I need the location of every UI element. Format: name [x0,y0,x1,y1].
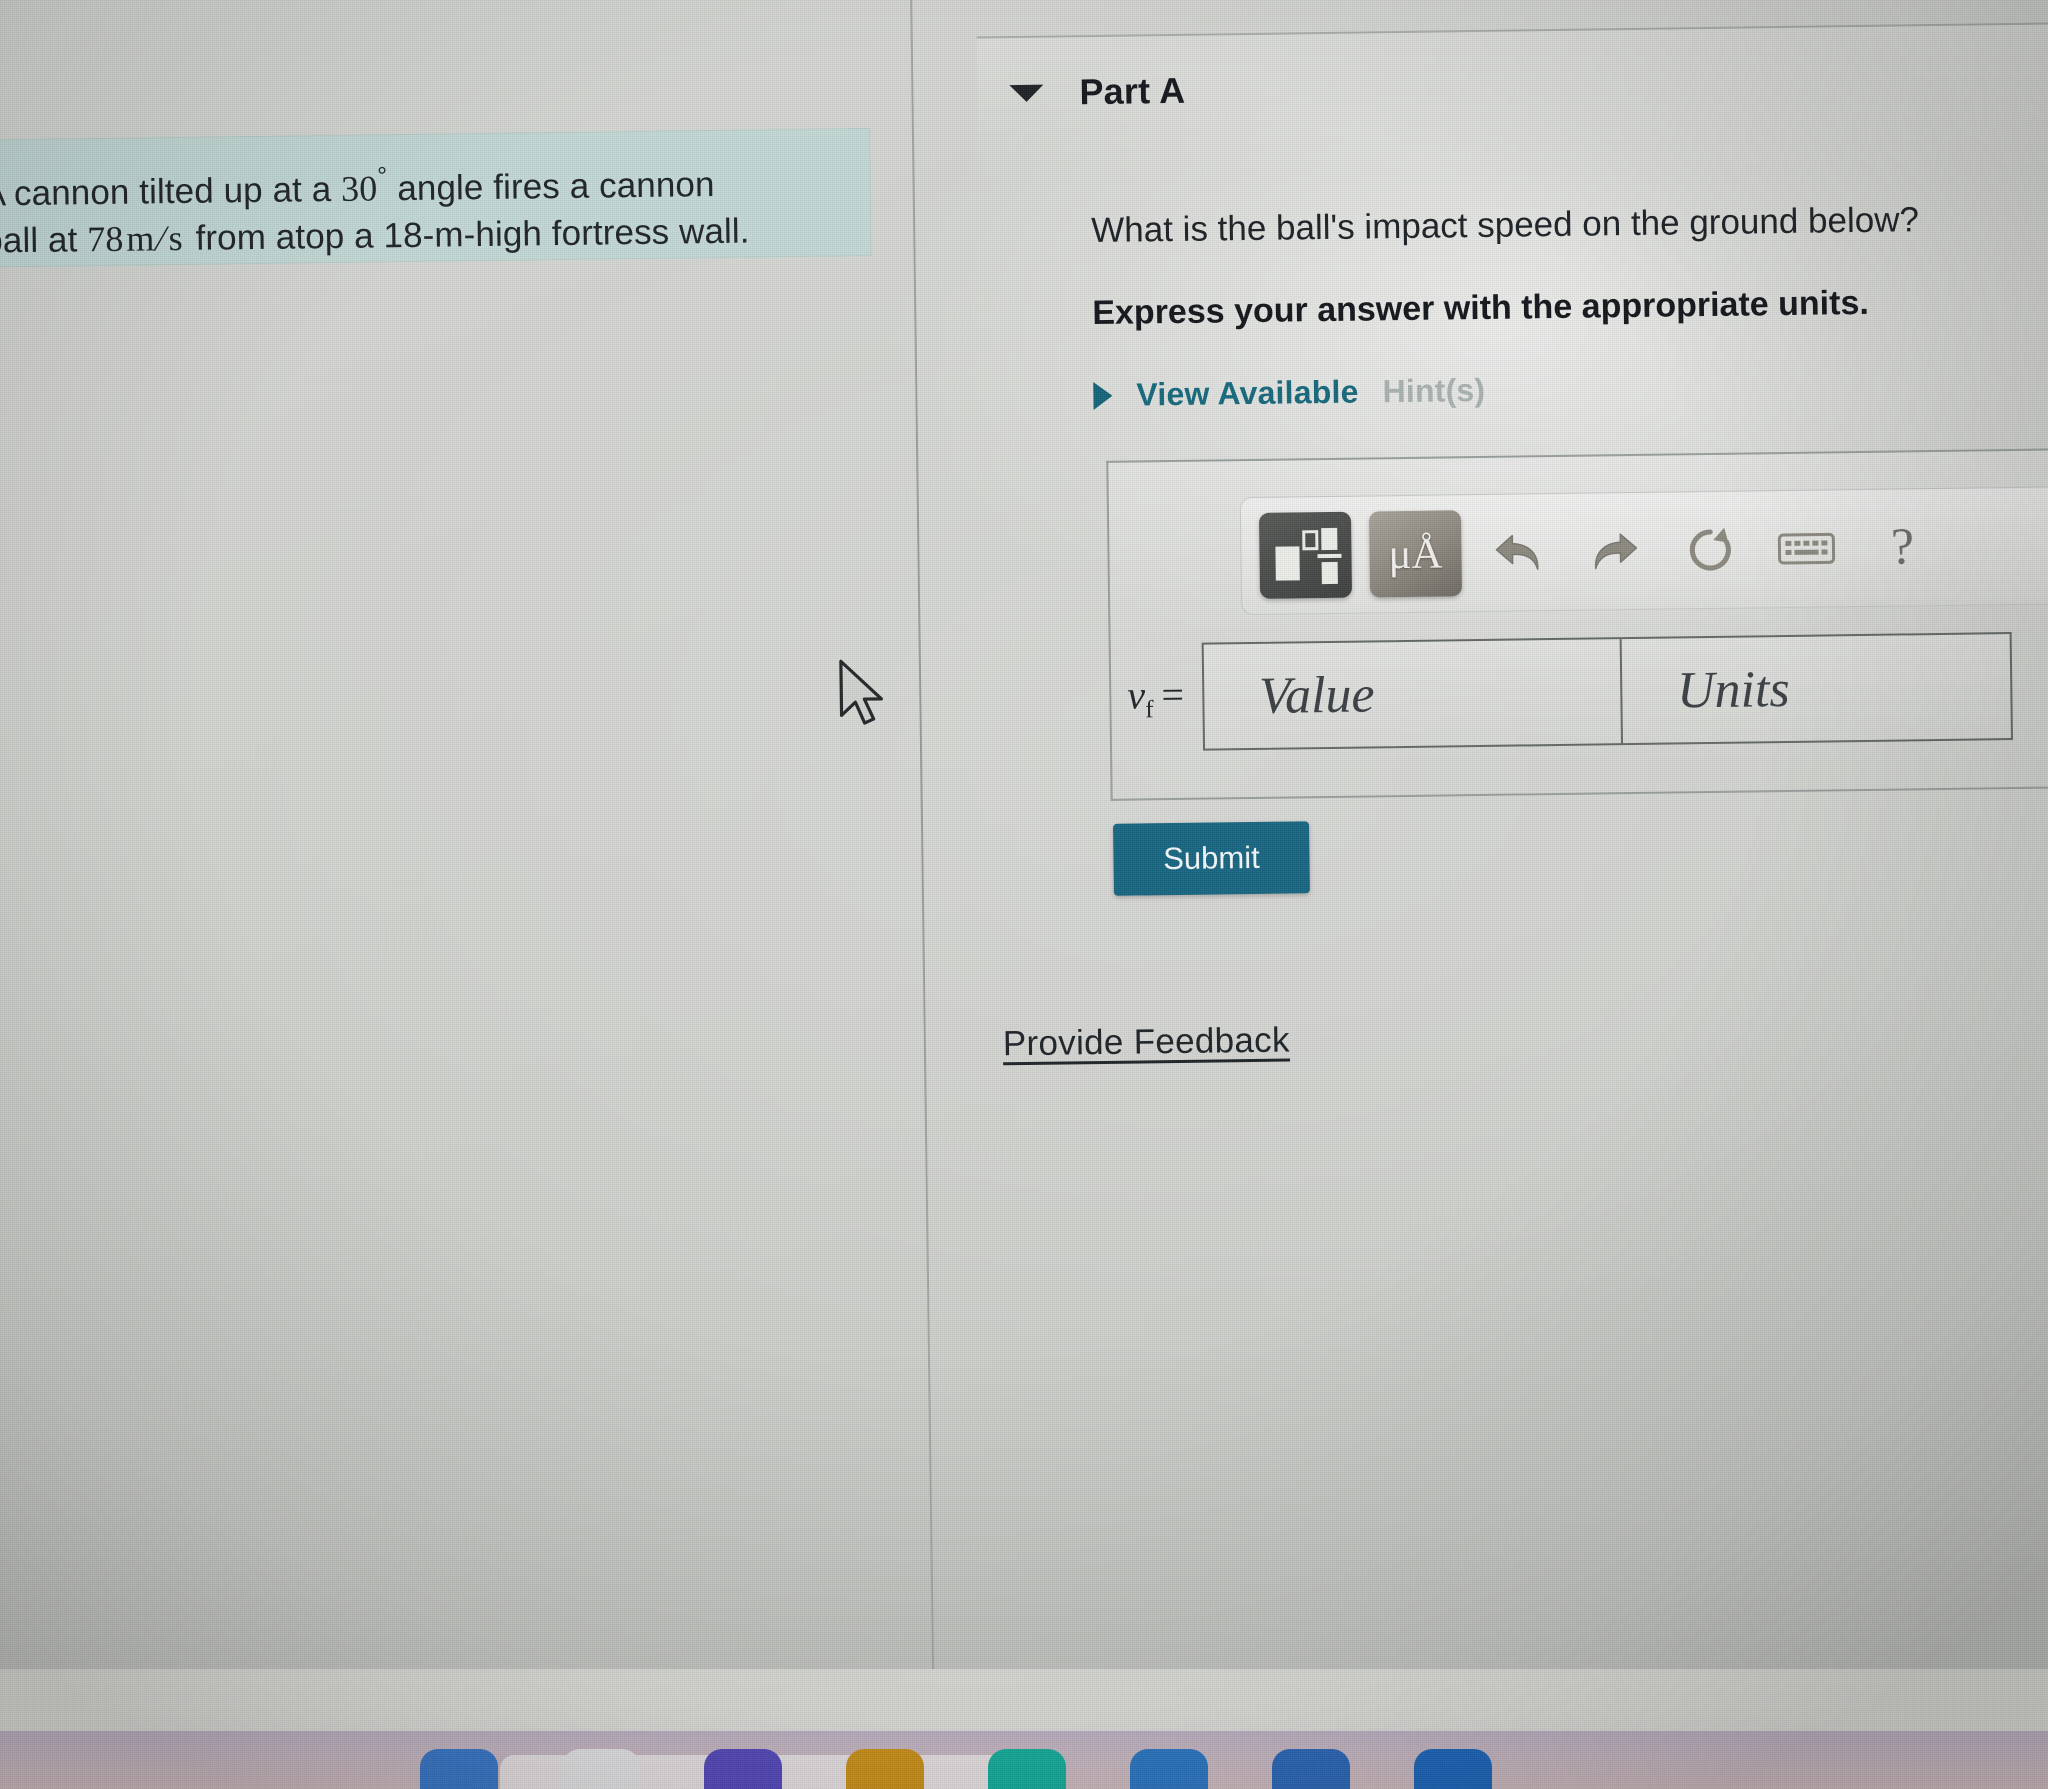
dock-icon-5[interactable] [988,1749,1066,1789]
undo-icon[interactable] [1479,509,1558,596]
answer-value-placeholder: Value [1258,665,1375,725]
mouse-cursor [835,657,892,739]
reset-icon[interactable] [1671,506,1750,593]
answer-toolbar: μÅ ? [1239,486,2048,616]
dock-icon-7[interactable] [1272,1749,1350,1789]
problem-angle-value: 30 [340,168,378,209]
equals-sign: = [1161,671,1185,717]
answer-instruction-text: Express your answer with the appropriate… [1092,283,1870,333]
column-divider [910,0,935,1722]
degree-symbol: ° [377,162,388,191]
dock-icon-3[interactable] [704,1749,782,1789]
unit-symbols-icon[interactable]: μÅ [1368,510,1463,598]
view-hints-link[interactable]: View Available Hint(s) [1093,371,1486,414]
dock-icon-list [420,1749,1492,1789]
dock-icon-6[interactable] [1130,1749,1208,1789]
unit-symbols-label: μÅ [1388,529,1443,578]
screenshot-root: A cannon tilted up at a 30° angle fires … [0,0,2048,1789]
taskbar-dock [0,1731,2048,1789]
answer-input-row: vf = Value Units [1127,632,2013,752]
help-icon-label: ? [1890,518,1915,576]
problem-statement-text: A cannon tilted up at a 30° angle fires … [0,154,864,264]
answer-variable-symbol: v [1127,671,1146,718]
redo-icon[interactable] [1575,508,1654,595]
problem-line2-pre: ball at [0,220,78,261]
caret-right-icon[interactable] [1093,381,1113,410]
dock-icon-4[interactable] [846,1749,924,1789]
answer-units-placeholder: Units [1676,660,1791,719]
part-title: Part A [1079,69,1186,113]
page-content: A cannon tilted up at a 30° angle fires … [0,0,2048,1789]
provide-feedback-link[interactable]: Provide Feedback [1003,1021,1290,1065]
math-template-icon[interactable] [1258,511,1353,599]
problem-line1-pre: A cannon tilted up at a [0,169,342,214]
answer-value-input[interactable]: Value [1201,637,1623,751]
dock-icon-2[interactable] [562,1749,640,1789]
answer-units-input[interactable]: Units [1621,632,2013,746]
view-hints-label: View Available [1136,373,1359,413]
keyboard-icon[interactable] [1767,505,1846,592]
speed-units-fraction: m/s [123,215,186,263]
problem-speed-value: 78 [86,218,124,260]
answer-variable-label: vf = [1127,670,1184,724]
help-icon[interactable]: ? [1863,504,1942,591]
submit-button[interactable]: Submit [1113,821,1310,896]
answer-variable-subscript: f [1145,695,1154,723]
caret-down-icon[interactable] [1009,84,1044,102]
dock-icon-1[interactable] [420,1749,498,1789]
question-text: What is the ball's impact speed on the g… [1090,200,1920,251]
problem-line1-post: angle fires a cannon [387,164,715,209]
problem-line2-post: from atop a 18-m-high fortress wall. [185,211,750,258]
dock-icon-8[interactable] [1414,1749,1492,1789]
view-hints-count-label: Hint(s) [1382,371,1486,410]
part-header[interactable]: Part A [1009,69,1186,114]
